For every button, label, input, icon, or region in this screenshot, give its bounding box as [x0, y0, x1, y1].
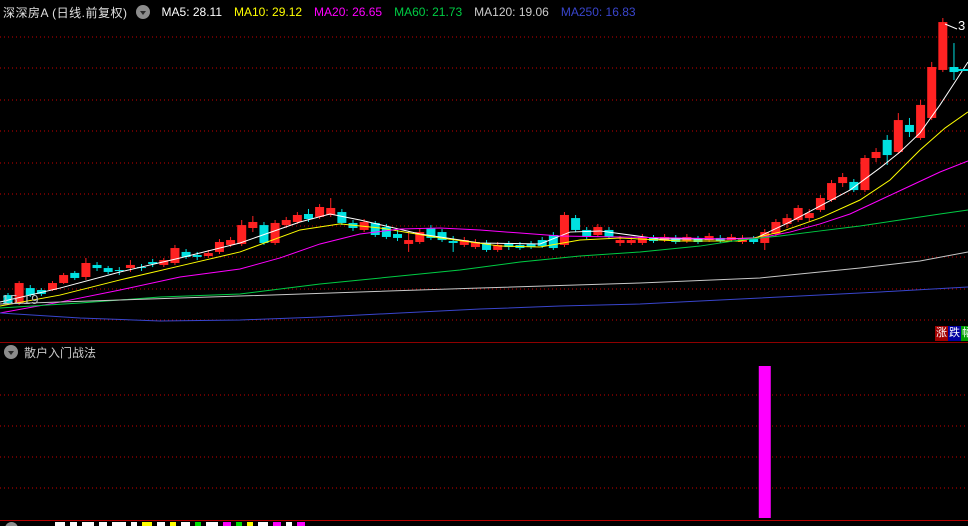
collapse-main-panel-icon[interactable] — [135, 5, 150, 19]
indicator-text-fragment — [236, 522, 242, 526]
collapse-bottom-panel-icon[interactable] — [5, 522, 18, 526]
indicator-text-fragment — [247, 522, 253, 526]
main-chart-area[interactable] — [0, 24, 968, 342]
left-price-label: 15.19 — [2, 292, 40, 307]
ma5-value: MA5: 28.11 — [161, 5, 222, 19]
indicator-text-fragment — [297, 522, 305, 526]
indicator-text-fragment — [99, 522, 107, 526]
indicator-text-fragment — [170, 522, 176, 526]
sub-panel-header: 散户入门战法 — [0, 342, 968, 361]
ma60-value: MA60: 21.73 — [394, 5, 463, 19]
indicator-text-fragment — [70, 522, 77, 526]
ma10-value: MA10: 29.12 — [234, 5, 303, 19]
indicator-text-fragment — [273, 522, 281, 526]
chevron-down-icon — [139, 10, 146, 15]
indicator-text-fragment — [206, 522, 218, 526]
badge-rise-button[interactable]: 涨 — [935, 326, 948, 341]
indicator-text-fragment — [223, 522, 231, 526]
indicator-text-fragment — [112, 522, 126, 526]
badge-range-button[interactable]: 幅 — [961, 326, 968, 341]
ma20-value: MA20: 26.65 — [314, 5, 383, 19]
sub-chart-area[interactable] — [0, 362, 968, 519]
indicator-text-fragment — [142, 522, 152, 526]
change-mode-badges: 涨 跌 幅 — [935, 326, 968, 341]
trading-app-window: 深深房A (日线.前复权) MA5: 28.11 MA10: 29.12 MA2… — [0, 0, 968, 526]
indicator-text-fragment — [55, 522, 65, 526]
indicator-text-fragment — [258, 522, 268, 526]
clipped-indicator-row — [0, 520, 968, 526]
indicator-text-fragment — [157, 522, 165, 526]
indicator-text-fragment — [181, 522, 190, 526]
ma250-value: MA250: 16.83 — [560, 5, 636, 19]
indicator-text-fragment — [131, 522, 137, 526]
main-chart-header: 深深房A (日线.前复权) MA5: 28.11 MA10: 29.12 MA2… — [0, 0, 968, 24]
chevron-down-icon — [8, 350, 14, 355]
ma120-value: MA120: 19.06 — [474, 5, 549, 19]
indicator-text-fragment — [286, 522, 292, 526]
collapse-sub-panel-icon[interactable] — [4, 345, 18, 359]
indicator-text-fragment — [195, 522, 201, 526]
badge-fall-button[interactable]: 跌 — [948, 326, 961, 341]
symbol-title: 深深房A (日线.前复权) — [3, 5, 128, 20]
sub-panel-title: 散户入门战法 — [24, 345, 97, 360]
indicator-text-fragment — [82, 522, 94, 526]
